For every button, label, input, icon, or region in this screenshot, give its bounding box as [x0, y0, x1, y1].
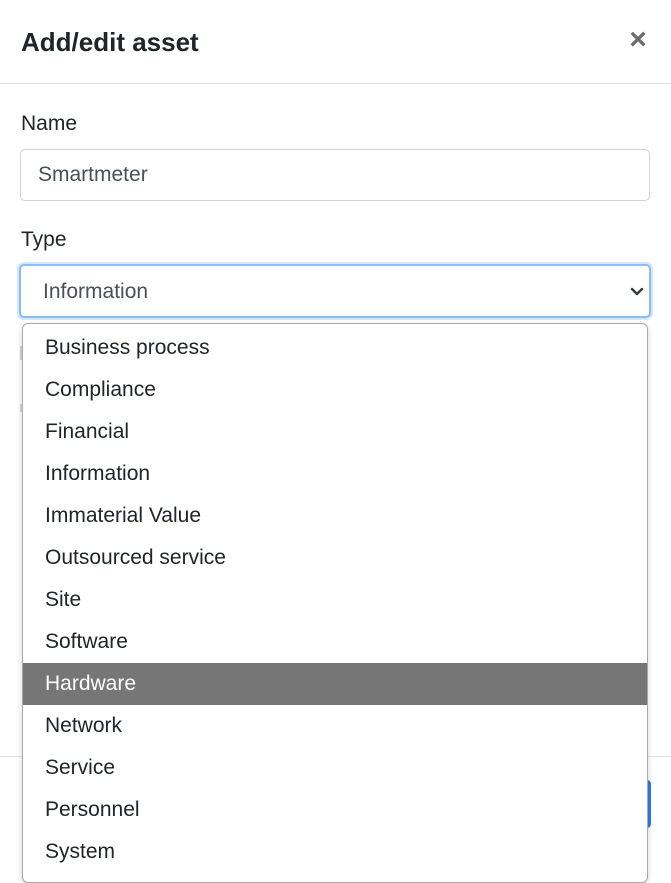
type-dropdown-list: Business process Compliance Financial Infor… — [22, 323, 648, 883]
dropdown-option-personnel[interactable]: Personnel — [23, 789, 647, 831]
dropdown-option-compliance[interactable]: Compliance — [23, 369, 647, 411]
dropdown-option-site[interactable]: Site — [23, 579, 647, 621]
modal-header: Add/edit asset × — [0, 0, 671, 84]
close-button[interactable]: × — [620, 22, 656, 58]
dropdown-option-business-process[interactable]: Business process — [23, 327, 647, 369]
dropdown-option-hardware[interactable]: Hardware — [23, 663, 647, 705]
add-edit-asset-modal: Add/edit asset × Name Type Information B… — [0, 0, 671, 883]
type-label: Type — [21, 228, 67, 251]
footer-divider — [648, 756, 671, 757]
dropdown-option-outsourced-service[interactable]: Outsourced service — [23, 537, 647, 579]
type-select[interactable]: Information — [19, 264, 651, 318]
type-select-value: Information — [43, 280, 149, 303]
footer-divider — [0, 756, 22, 757]
dropdown-option-information[interactable]: Information — [23, 453, 647, 495]
dropdown-option-financial[interactable]: Financial — [23, 411, 647, 453]
modal-title: Add/edit asset — [21, 27, 199, 57]
dropdown-option-software[interactable]: Software — [23, 621, 647, 663]
dropdown-option-service[interactable]: Service — [23, 747, 647, 789]
dropdown-option-network[interactable]: Network — [23, 705, 647, 747]
name-label: Name — [21, 112, 78, 135]
chevron-down-icon — [630, 287, 644, 296]
dropdown-option-immaterial-value[interactable]: Immaterial Value — [23, 495, 647, 537]
name-input[interactable] — [20, 149, 650, 201]
